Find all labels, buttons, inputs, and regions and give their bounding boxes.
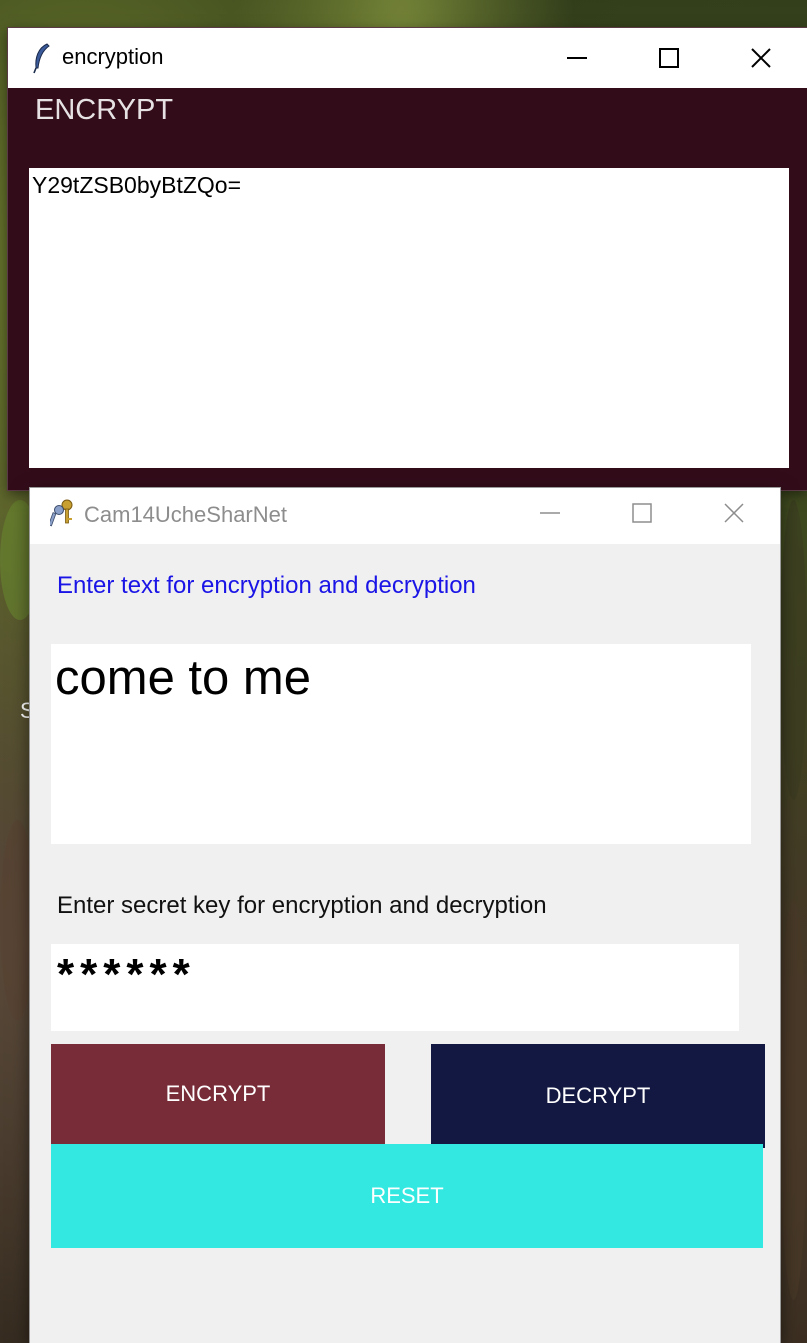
wallpaper-trunk-right xyxy=(780,900,807,1300)
feather-icon xyxy=(30,42,52,74)
encrypted-output[interactable]: Y29tZSB0byBtZQo= xyxy=(29,168,789,468)
maximize-icon xyxy=(659,48,679,68)
minimize-icon xyxy=(540,512,560,514)
maximize-button[interactable] xyxy=(623,28,715,88)
encryption-window: encryption ENCRYPT Y29tZSB0byBtZQo= xyxy=(8,28,807,490)
close-icon xyxy=(751,48,771,68)
main-window: Cam14UcheSharNet Enter text for encrypti… xyxy=(30,488,780,1343)
decrypt-button[interactable]: DECRYPT xyxy=(431,1044,765,1148)
encrypt-heading: ENCRYPT xyxy=(35,94,174,126)
text-input[interactable]: come to me xyxy=(51,644,751,844)
close-button[interactable] xyxy=(688,488,780,538)
minimize-button[interactable] xyxy=(504,488,596,538)
minimize-button[interactable] xyxy=(531,28,623,88)
secret-key-input[interactable]: ****** xyxy=(51,944,739,1031)
title-bar[interactable]: Cam14UcheSharNet xyxy=(30,488,780,544)
window-title: Cam14UcheSharNet xyxy=(84,502,287,527)
maximize-icon xyxy=(632,503,652,523)
wallpaper-foliage-right xyxy=(780,500,807,800)
window-title: encryption xyxy=(62,44,164,69)
title-bar[interactable]: encryption xyxy=(8,28,807,88)
secret-key-label: Enter secret key for encryption and decr… xyxy=(57,892,547,919)
close-button[interactable] xyxy=(715,28,807,88)
minimize-icon xyxy=(567,57,587,59)
reset-button[interactable]: RESET xyxy=(51,1144,763,1248)
keys-icon xyxy=(48,498,76,530)
close-icon xyxy=(724,503,744,523)
maximize-button[interactable] xyxy=(596,488,688,538)
text-input-label: Enter text for encryption and decryption xyxy=(57,572,476,599)
encrypt-button[interactable]: ENCRYPT xyxy=(51,1044,385,1144)
